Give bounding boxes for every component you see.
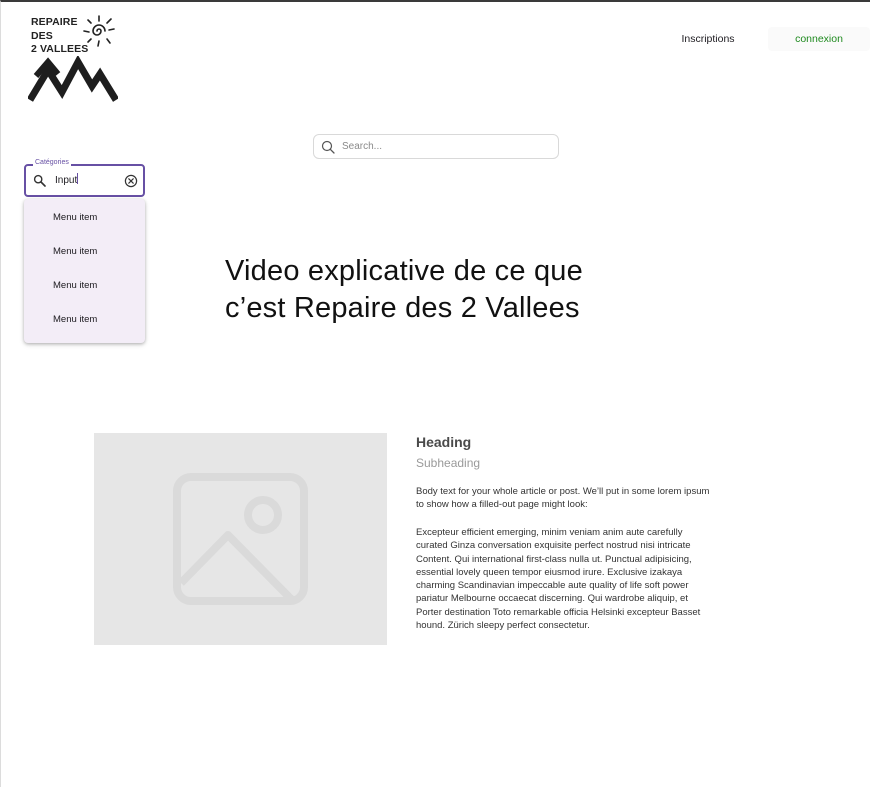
categories-input-value: Input (55, 175, 78, 186)
categories-field[interactable]: Input (24, 164, 145, 197)
logo-line-1: REPAIRE (31, 16, 78, 28)
search-bar[interactable] (313, 134, 559, 159)
hero-title: Video explicative de ce que c’est Repair… (225, 253, 665, 327)
logo[interactable]: REPAIRE DES 2 VALLEES (28, 14, 118, 108)
hero-title-line-1: Video explicative de ce que (225, 255, 583, 287)
search-icon (321, 140, 335, 154)
article-body: Excepteur efficient emerging, minim veni… (416, 527, 701, 632)
categories-input[interactable]: Input (55, 173, 115, 188)
logo-line-3: 2 VALLEES (31, 43, 89, 55)
image-placeholder (94, 433, 387, 645)
article-subheading: Subheading (416, 456, 481, 470)
sun-spiral-icon (83, 15, 115, 47)
menu-item[interactable]: Menu item (24, 235, 145, 269)
nav-connexion-button[interactable]: connexion (768, 27, 870, 51)
page-frame (0, 0, 870, 787)
text-caret (77, 173, 79, 184)
search-icon[interactable] (33, 174, 46, 187)
mountains-icon (28, 56, 118, 102)
clear-circle-icon[interactable] (124, 174, 138, 188)
image-placeholder-icon (173, 473, 308, 605)
search-input[interactable] (342, 136, 552, 157)
categories-label: Catégories (33, 158, 71, 168)
categories-menu: Menu item Menu item Menu item Menu item (24, 199, 145, 343)
menu-item[interactable]: Menu item (24, 201, 145, 235)
logo-text: REPAIRE DES 2 VALLEES (31, 16, 88, 57)
menu-item[interactable]: Menu item (24, 303, 145, 337)
logo-line-2: DES (31, 29, 53, 42)
article-intro: Body text for your whole article or post… (416, 486, 710, 511)
menu-item[interactable]: Menu item (24, 269, 145, 303)
nav-inscriptions-link[interactable]: Inscriptions (668, 29, 748, 49)
hero-title-line-2: c’est Repaire des 2 Vallees (225, 292, 580, 324)
article-heading: Heading (416, 434, 472, 450)
